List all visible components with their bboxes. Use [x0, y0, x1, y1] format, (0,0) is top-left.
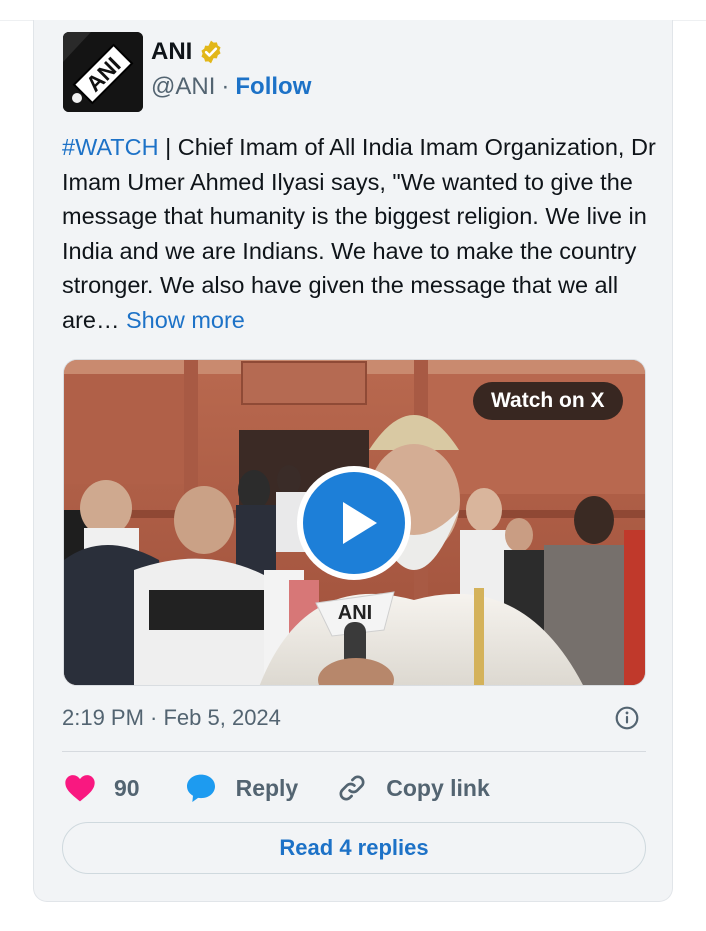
hashtag-link[interactable]: #WATCH — [62, 134, 159, 160]
copy-link-button[interactable]: Copy link — [336, 772, 490, 804]
heart-icon — [65, 775, 95, 802]
handle-row: @ANI · Follow — [151, 68, 311, 106]
play-button-circle — [303, 472, 405, 574]
top-bar — [0, 0, 706, 21]
like-count: 90 — [114, 774, 140, 801]
reply-label: Reply — [235, 774, 299, 801]
reply-button[interactable]: Reply — [184, 772, 337, 804]
tweet-body: | Chief Imam of All India Imam Organizat… — [62, 134, 656, 333]
read-replies-button[interactable]: Read 4 replies — [62, 822, 646, 874]
name-row: ANI — [151, 36, 311, 68]
video-player[interactable]: ANI Watch on X — [63, 359, 646, 686]
like-button[interactable]: 90 — [64, 773, 184, 803]
separator-dot: · — [221, 73, 230, 100]
tweet-timestamp[interactable]: 2:19 PM · Feb 5, 2024 — [62, 705, 281, 731]
play-icon — [343, 502, 377, 544]
tweet-text: #WATCH | Chief Imam of All India Imam Or… — [62, 130, 662, 337]
action-bar: 90 Reply Copy link — [64, 768, 490, 808]
follow-button[interactable]: Follow — [235, 73, 311, 101]
timestamp-row: 2:19 PM · Feb 5, 2024 — [62, 702, 640, 734]
verified-badge-icon — [198, 39, 224, 65]
author-avatar[interactable]: ANI — [63, 32, 143, 112]
author-handle[interactable]: @ANI — [151, 73, 215, 101]
mic-flag-text: ANI — [338, 602, 372, 624]
author-name[interactable]: ANI — [151, 38, 192, 66]
link-icon — [339, 775, 365, 801]
play-button[interactable] — [297, 466, 411, 580]
divider — [62, 751, 646, 752]
tweet-header: ANI @ANI · Follow — [151, 36, 311, 106]
speech-bubble-icon — [186, 774, 215, 802]
show-more-link[interactable]: Show more — [126, 307, 245, 333]
embedded-tweet-card: ANI ANI @ANI · Follow #WATCH | Chief Ima… — [33, 20, 673, 902]
watch-on-x-button[interactable]: Watch on X — [473, 382, 623, 420]
copy-link-label: Copy link — [386, 774, 490, 801]
info-icon[interactable] — [614, 705, 640, 731]
ani-logo: ANI — [63, 32, 143, 112]
